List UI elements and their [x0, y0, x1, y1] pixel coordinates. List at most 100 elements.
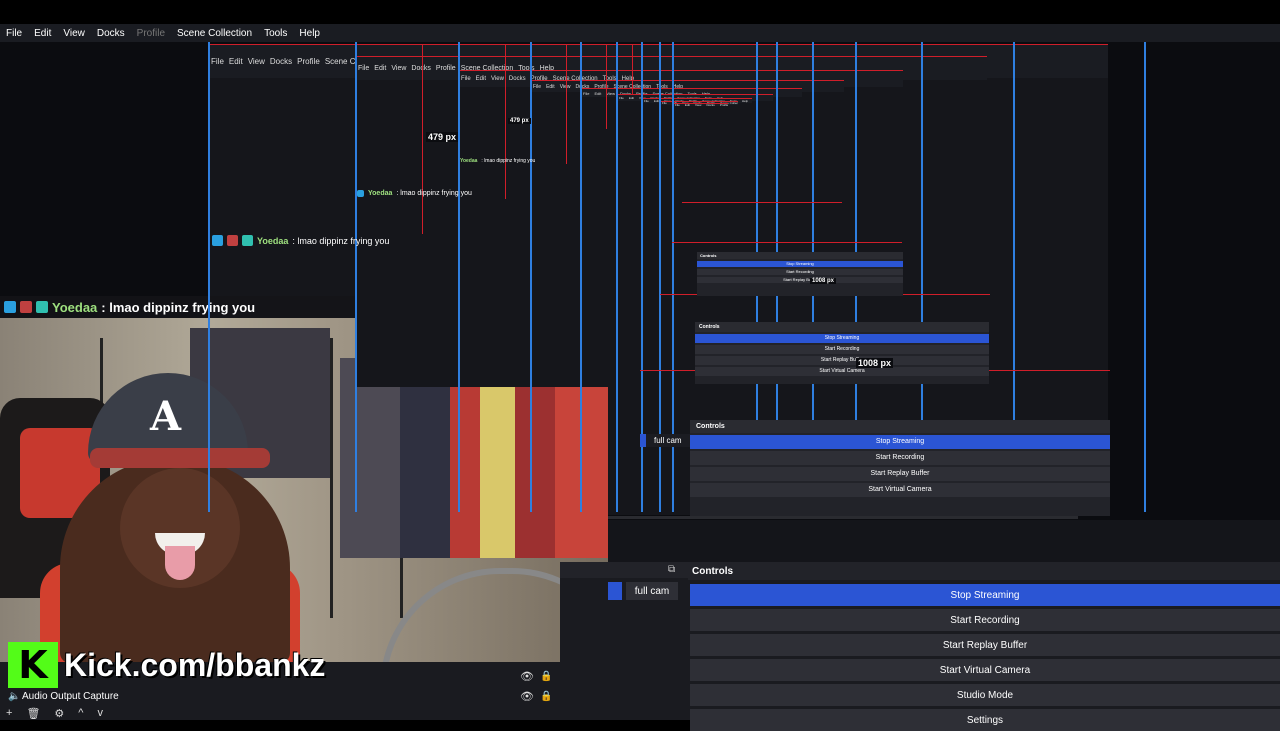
- recursive-menu-item: Edit: [475, 76, 487, 83]
- scenes-dock: ⧉ full cam: [560, 562, 688, 720]
- move-down-icon[interactable]: v: [97, 707, 103, 719]
- recursive-controls-title-3: Controls: [697, 252, 903, 259]
- add-icon[interactable]: +: [6, 707, 12, 719]
- clothes: [480, 358, 515, 558]
- recursive-start-virtual-cam-2: Start Virtual Camera: [695, 367, 989, 376]
- recursive-menu-item: Profile: [435, 65, 456, 73]
- recursive-menu-item: Help: [741, 99, 749, 104]
- cap-logo-icon: A: [150, 393, 182, 440]
- measure-vertical-label-small: 479 px: [508, 118, 531, 124]
- menu-file[interactable]: File: [0, 28, 28, 39]
- blue-guide-line: [530, 42, 532, 512]
- recursive-menu-item: Profile: [297, 56, 320, 66]
- recursive-chat-line-2: Yoedaa : lmao dippinz frying you: [357, 190, 472, 197]
- eye-icon[interactable]: 👁: [520, 670, 534, 683]
- recursive-menu-item: File: [583, 90, 590, 96]
- recursive-start-recording: Start Recording: [690, 451, 1110, 465]
- top-black-band: [0, 0, 1280, 24]
- start-replay-buffer-button[interactable]: Start Replay Buffer: [690, 634, 1280, 656]
- chat-badge-icon: [20, 301, 32, 313]
- chat-username: Yoedaa: [368, 190, 393, 197]
- recursive-stop-streaming: Stop Streaming: [690, 435, 1110, 449]
- recursive-menu-item: Edit: [374, 65, 387, 73]
- recursive-controls-title: Controls: [690, 420, 1110, 433]
- recursive-menu-item: File: [461, 76, 471, 83]
- blue-guide-line: [580, 42, 582, 512]
- speaker-icon: 🔈: [8, 690, 21, 702]
- recursive-menu-item: Profile: [719, 104, 728, 107]
- blue-guide-line: [616, 42, 618, 512]
- lock-icon[interactable]: 🔒: [540, 691, 552, 702]
- dock-float-icon[interactable]: ⧉: [668, 564, 675, 575]
- move-up-icon[interactable]: ^: [78, 707, 83, 719]
- start-virtual-camera-button[interactable]: Start Virtual Camera: [690, 659, 1280, 681]
- red-guide-line: [672, 242, 902, 243]
- measure-vertical-label: 479 px: [426, 132, 459, 142]
- recursive-scene-fullcam: full cam: [640, 434, 690, 447]
- red-guide-line: [682, 202, 842, 203]
- recursive-menu-item: Edit: [628, 95, 635, 100]
- recursive-menu-item: File: [211, 56, 224, 66]
- source-label: Audio Output Capture: [22, 690, 119, 702]
- recursive-menu-item: View: [247, 56, 265, 66]
- recursive-menu-item: File: [675, 104, 680, 107]
- recursive-menu-item: File: [533, 83, 542, 90]
- red-guide-line: [566, 44, 567, 164]
- chat-badge-icon: [4, 301, 16, 313]
- recursive-menu-item: Edit: [684, 104, 691, 107]
- canvas-scrollbar[interactable]: [608, 516, 1078, 519]
- recursive-menu-item: File: [619, 95, 624, 100]
- kick-url: Kick.com/bbankz: [64, 646, 326, 683]
- chat-message: : lmao dippinz frying you: [101, 299, 256, 315]
- recursive-chat-line-1: Yoedaa : lmao dippinz frying you: [212, 235, 389, 246]
- chat-badge-icon: [227, 235, 238, 246]
- chat-username: Yoedaa: [460, 158, 478, 164]
- recursive-menu-item: File: [644, 99, 649, 104]
- blue-guide-line: [458, 42, 460, 512]
- source-row[interactable]: 🔈 Audio Output Capture 👁 🔒: [0, 686, 560, 706]
- recursive-start-virtual-cam: Start Virtual Camera: [690, 483, 1110, 497]
- red-guide-line: [606, 44, 607, 129]
- menu-edit[interactable]: Edit: [28, 28, 57, 39]
- controls-title: Controls: [688, 562, 1280, 580]
- start-recording-button[interactable]: Start Recording: [690, 609, 1280, 631]
- recursive-controls-title-2: Controls: [695, 322, 989, 332]
- menu-tools[interactable]: Tools: [258, 28, 293, 39]
- menu-help[interactable]: Help: [293, 28, 326, 39]
- studio-mode-button[interactable]: Studio Mode: [690, 684, 1280, 706]
- gear-icon[interactable]: ⚙: [54, 707, 64, 720]
- recursive-menu-item: Edit: [228, 56, 243, 66]
- kick-logo-icon: K: [8, 642, 58, 688]
- recursive-menu-item: File: [662, 102, 667, 105]
- recursive-stop-streaming-2: Stop Streaming: [695, 334, 989, 343]
- person-tongue: [165, 546, 195, 580]
- eye-icon[interactable]: 👁: [520, 690, 534, 703]
- menu-profile[interactable]: Profile: [131, 28, 171, 39]
- recursive-stop-streaming-3: Stop Streaming: [697, 261, 903, 267]
- settings-button[interactable]: Settings: [690, 709, 1280, 731]
- dock-header-band: [608, 520, 1280, 562]
- lock-icon[interactable]: 🔒: [540, 671, 552, 682]
- menu-scene-collection[interactable]: Scene Collection: [171, 28, 258, 39]
- recursive-controls-panel-2: Controls Stop Streaming Start Recording …: [695, 322, 989, 384]
- stop-streaming-button[interactable]: Stop Streaming: [690, 584, 1280, 606]
- recursive-menu-item: File: [358, 65, 370, 73]
- clothes: [515, 358, 555, 558]
- recursive-menu-item: View: [606, 90, 615, 96]
- trash-icon[interactable]: 🗑: [26, 707, 40, 720]
- recursive-chat-line-3: Yoedaa : lmao dippinz frying you: [460, 158, 535, 164]
- recursive-menu-item: Docks: [706, 104, 715, 107]
- chat-message: : lmao dippinz frying you: [481, 158, 536, 164]
- menu-view[interactable]: View: [57, 28, 91, 39]
- recursive-menu-item: View: [695, 104, 702, 107]
- blue-guide-line: [355, 42, 357, 512]
- scene-full-cam[interactable]: full cam: [626, 582, 678, 600]
- scene-selected-indicator: [608, 582, 622, 600]
- recursive-menu-item: Docks: [508, 76, 526, 83]
- recursive-controls-panel-3: Controls Stop Streaming Start Recording …: [697, 252, 903, 296]
- chat-username: Yoedaa: [52, 299, 98, 315]
- chat-message: : lmao dippinz frying you: [292, 235, 390, 246]
- recursive-menu-item: View: [391, 65, 407, 73]
- recursive-preview-frame: FileEditViewDocksProfileScene Collection…: [672, 103, 728, 134]
- menu-docks[interactable]: Docks: [91, 28, 131, 39]
